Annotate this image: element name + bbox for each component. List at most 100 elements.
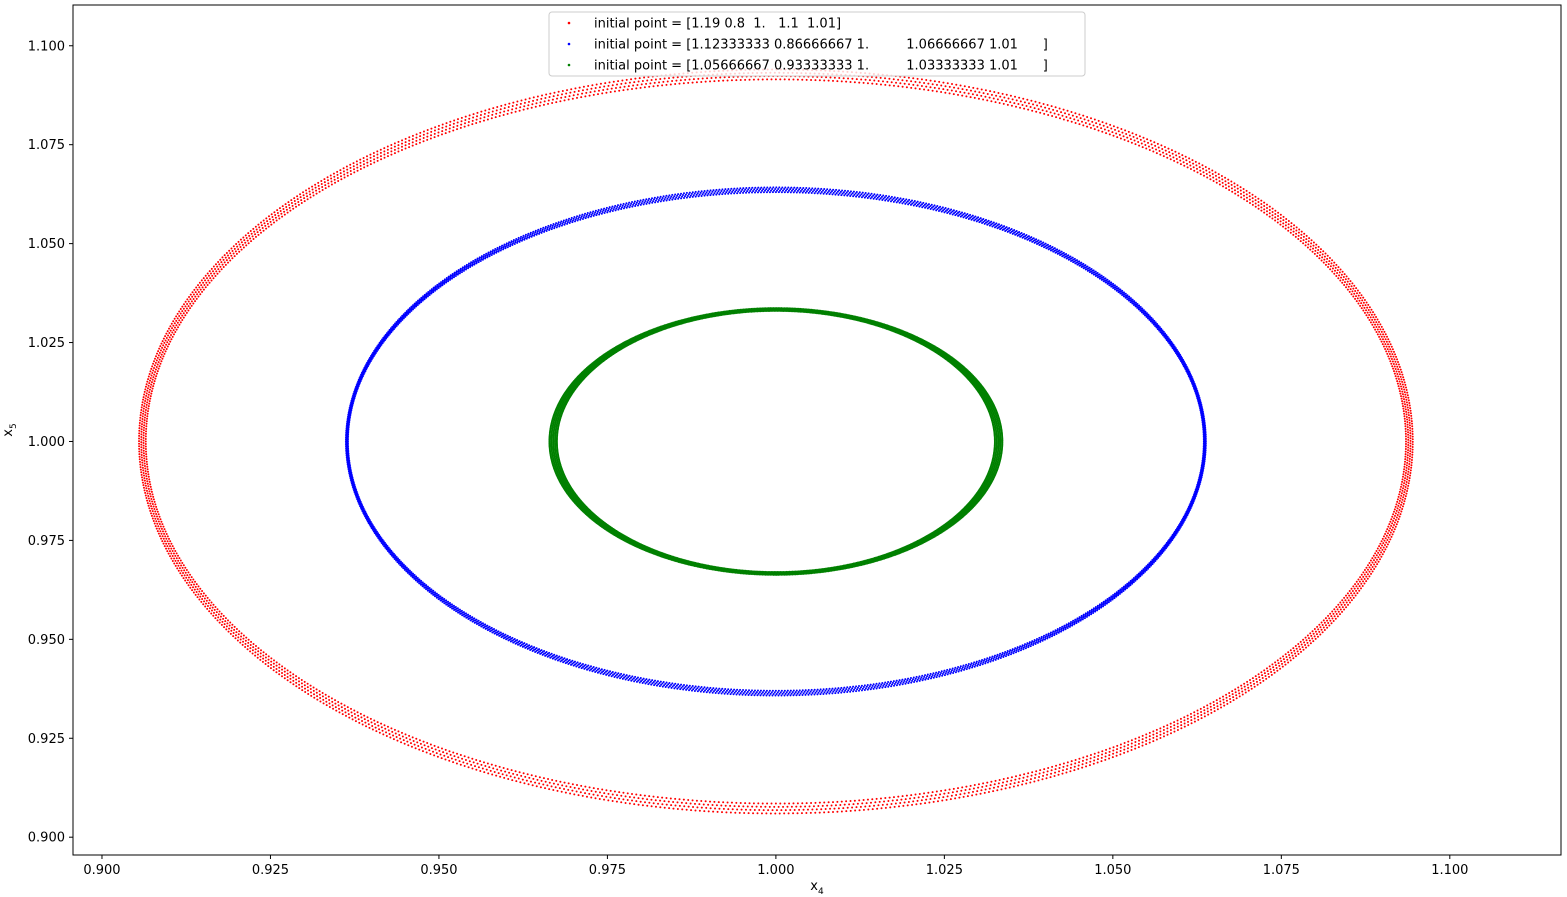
data-point <box>154 377 157 380</box>
data-point <box>718 807 721 810</box>
data-point <box>646 798 649 801</box>
data-point <box>1254 205 1257 208</box>
data-point <box>855 685 858 688</box>
data-point <box>1137 746 1140 749</box>
data-point <box>805 812 808 815</box>
data-point <box>1252 679 1255 682</box>
data-point <box>748 802 751 805</box>
data-point <box>1371 570 1374 573</box>
data-point <box>165 336 168 339</box>
data-point <box>1133 139 1136 142</box>
data-point <box>383 147 386 150</box>
data-point <box>309 196 312 199</box>
data-point <box>1407 470 1410 473</box>
data-point <box>770 78 773 81</box>
data-point <box>1405 415 1408 418</box>
data-point <box>1245 193 1248 196</box>
data-point <box>1083 118 1086 121</box>
data-point <box>1147 141 1150 144</box>
data-point <box>1098 123 1101 126</box>
data-point <box>737 190 740 193</box>
data-point <box>1365 575 1368 578</box>
data-point <box>1392 530 1395 533</box>
data-point <box>150 392 153 395</box>
data-point <box>1318 254 1321 257</box>
data-point <box>991 655 994 658</box>
data-point <box>1163 145 1166 148</box>
data-point <box>283 677 286 680</box>
data-point <box>1126 750 1129 753</box>
data-point <box>179 572 182 575</box>
data-point <box>1284 663 1287 666</box>
data-point <box>295 675 298 678</box>
data-point <box>1158 150 1161 153</box>
data-point <box>1031 771 1034 774</box>
data-point <box>456 124 459 127</box>
data-point <box>1384 347 1387 350</box>
data-point <box>366 716 369 719</box>
data-point <box>1015 775 1018 778</box>
data-point <box>714 76 717 79</box>
data-point <box>1372 554 1375 557</box>
data-point <box>1398 380 1401 383</box>
data-point <box>768 805 771 808</box>
data-point <box>1050 769 1053 772</box>
data-point <box>581 92 584 95</box>
data-point <box>1406 473 1409 476</box>
data-point <box>138 455 141 458</box>
data-point <box>346 174 349 177</box>
data-point <box>1398 502 1401 505</box>
data-point <box>1241 693 1244 696</box>
data-point <box>1350 587 1353 590</box>
data-point <box>249 237 252 240</box>
data-point <box>1311 250 1314 253</box>
data-point <box>1377 556 1380 559</box>
data-point <box>1392 355 1395 358</box>
data-point <box>351 718 354 721</box>
data-point <box>832 810 835 813</box>
data-point <box>1391 348 1394 351</box>
data-point <box>830 804 833 807</box>
data-point <box>275 219 278 222</box>
data-point <box>1070 111 1073 113</box>
data-point <box>214 267 217 270</box>
data-point <box>1123 138 1126 141</box>
data-point <box>1201 164 1204 167</box>
data-point <box>313 693 316 696</box>
data-point <box>207 274 210 277</box>
data-point <box>579 218 582 221</box>
data-point <box>1209 178 1212 181</box>
data-point <box>1378 335 1381 338</box>
data-point <box>214 605 217 608</box>
data-point <box>1097 129 1100 132</box>
data-point <box>1285 217 1288 220</box>
data-point <box>459 754 462 757</box>
data-point <box>1225 693 1228 696</box>
data-point <box>408 146 411 149</box>
data-point <box>399 737 402 740</box>
data-point <box>840 686 843 689</box>
data-point <box>189 298 192 301</box>
data-point <box>616 83 619 86</box>
data-point <box>580 96 583 99</box>
data-point <box>150 505 153 508</box>
data-point <box>254 648 257 651</box>
data-point <box>452 751 455 754</box>
data-point <box>1224 180 1227 183</box>
data-point <box>916 799 919 802</box>
data-point <box>455 762 458 765</box>
data-point <box>770 802 773 805</box>
data-point <box>230 629 233 632</box>
data-point <box>719 76 722 79</box>
data-point <box>265 217 268 220</box>
data-point <box>1383 539 1386 542</box>
data-point <box>1134 143 1137 146</box>
data-point <box>336 173 339 176</box>
data-point <box>363 718 366 721</box>
data-point <box>172 329 175 332</box>
data-point <box>1362 301 1365 304</box>
data-point <box>536 95 539 98</box>
data-point <box>680 801 683 804</box>
data-point <box>234 250 237 253</box>
data-point <box>715 804 718 807</box>
